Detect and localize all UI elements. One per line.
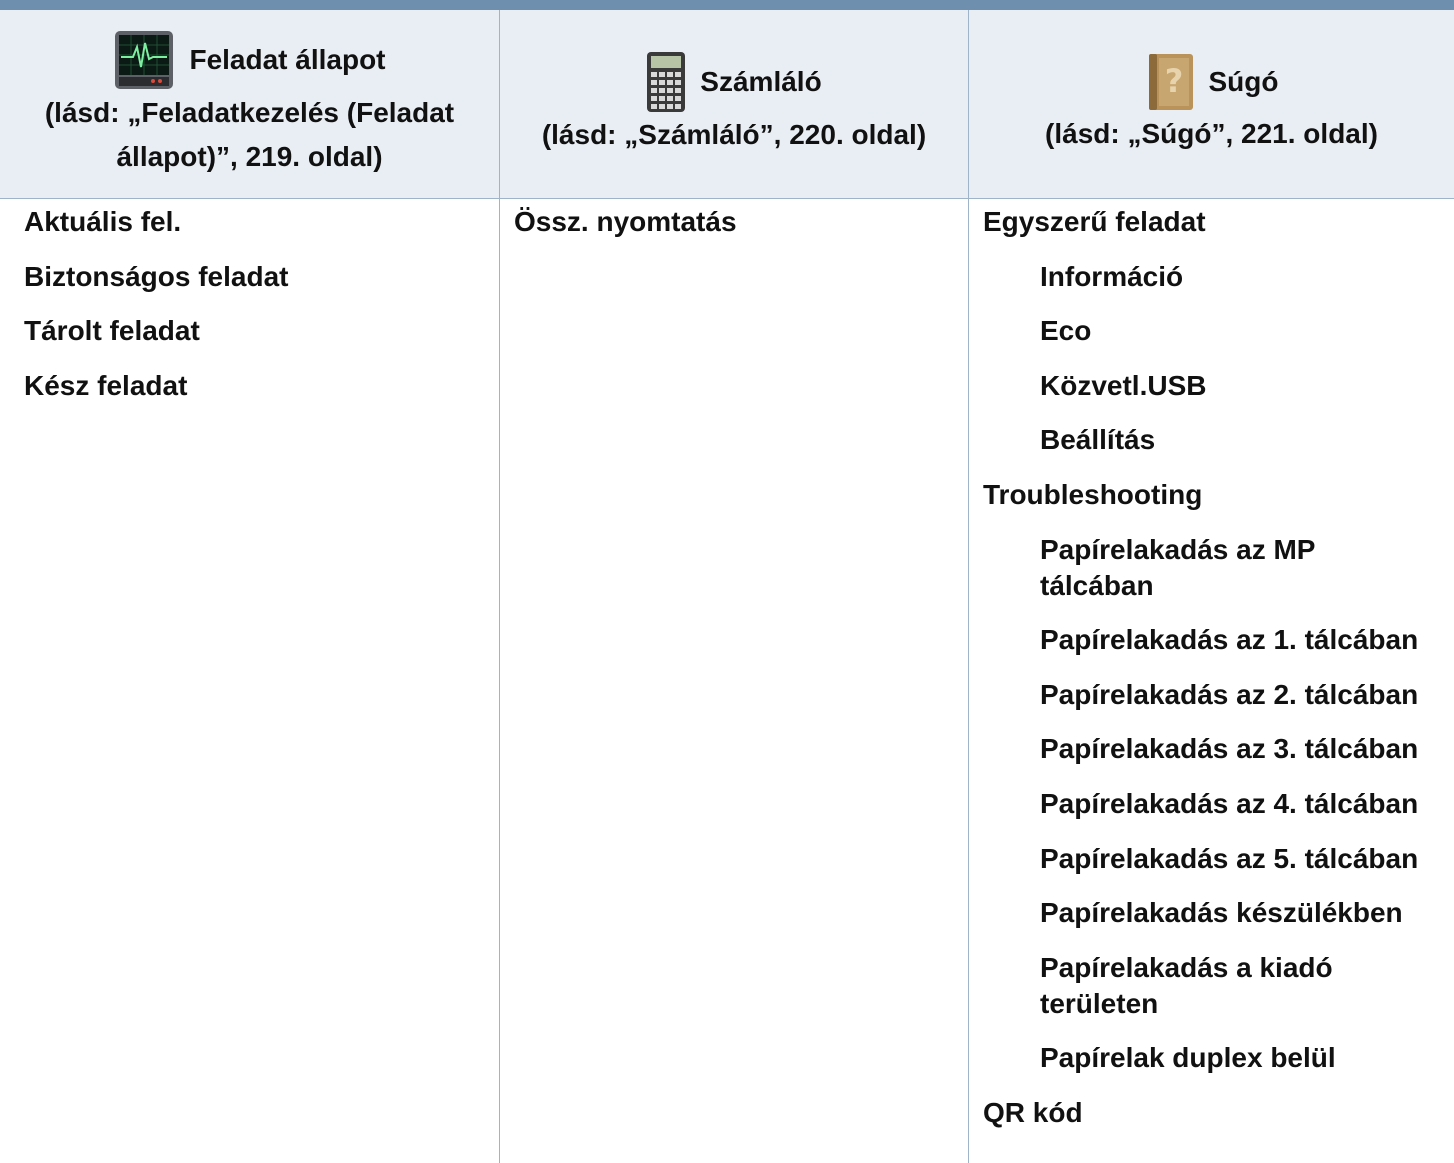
column-title: Súgó [1208, 66, 1279, 97]
list-item: Össz. nyomtatás [514, 206, 737, 237]
column-title: Számláló [700, 66, 822, 97]
page-reference: (lásd: „Számláló”, 220. oldal) [541, 119, 927, 150]
activity-monitor-icon [113, 29, 175, 91]
list-item: Egyszerű feladat [983, 206, 1206, 237]
help-book-icon: ? [1145, 52, 1195, 112]
list-item: Papírelakadás készülékben [1040, 897, 1403, 929]
list-item: Papírelakadás az 1. tálcában [1040, 624, 1419, 656]
list-item: Eco [1040, 315, 1092, 347]
list-item: Papírelakadás a kiadó területen [1040, 951, 1333, 1019]
list-item: Információ [1040, 260, 1184, 292]
calculator-icon [646, 51, 686, 113]
help-menu: Egyszerű feladat Információ Eco Közvetl.… [983, 204, 1454, 1150]
list-item: Aktuális fel. [24, 206, 182, 237]
list-item: Papírelakadás az MP tálcában [1040, 533, 1315, 601]
counter-menu: Össz. nyomtatás [514, 204, 954, 259]
job-status-menu: Aktuális fel. Biztonságos feladat Tárolt… [24, 204, 484, 422]
list-item: Tárolt feladat [24, 315, 200, 347]
column-title: Feladat állapot [189, 44, 386, 75]
header-cell-job-status: Feladat állapot (lásd: „Feladatkezelés (… [0, 10, 499, 198]
header-cell-help: ? Súgó (lásd: „Súgó”, 221. oldal) [969, 10, 1454, 198]
list-item: QR kód [983, 1096, 1083, 1128]
list-item: Beállítás [1040, 424, 1156, 456]
list-item: Közvetl.USB [1040, 369, 1207, 401]
svg-text:?: ? [1164, 62, 1183, 100]
list-item: Papírelakadás az 4. tálcában [1040, 787, 1419, 819]
top-rule [0, 0, 1454, 10]
list-item: Kész feladat [24, 369, 188, 401]
header-cell-counter: Számláló (lásd: „Számláló”, 220. oldal) [500, 10, 968, 198]
list-item: Papírelakadás az 3. tálcában [1040, 733, 1419, 765]
page-reference: (lásd: „Súgó”, 221. oldal) [1045, 118, 1378, 149]
list-item: Papírelakadás az 2. tálcában [1040, 678, 1419, 710]
page-reference: (lásd: „Feladatkezelés (Feladat állapot)… [44, 97, 455, 172]
list-item: Papírelak duplex belül [1040, 1042, 1336, 1074]
list-item: Troubleshooting [983, 478, 1203, 510]
list-item: Biztonságos feladat [24, 260, 289, 292]
list-item: Papírelakadás az 5. tálcában [1040, 842, 1419, 874]
